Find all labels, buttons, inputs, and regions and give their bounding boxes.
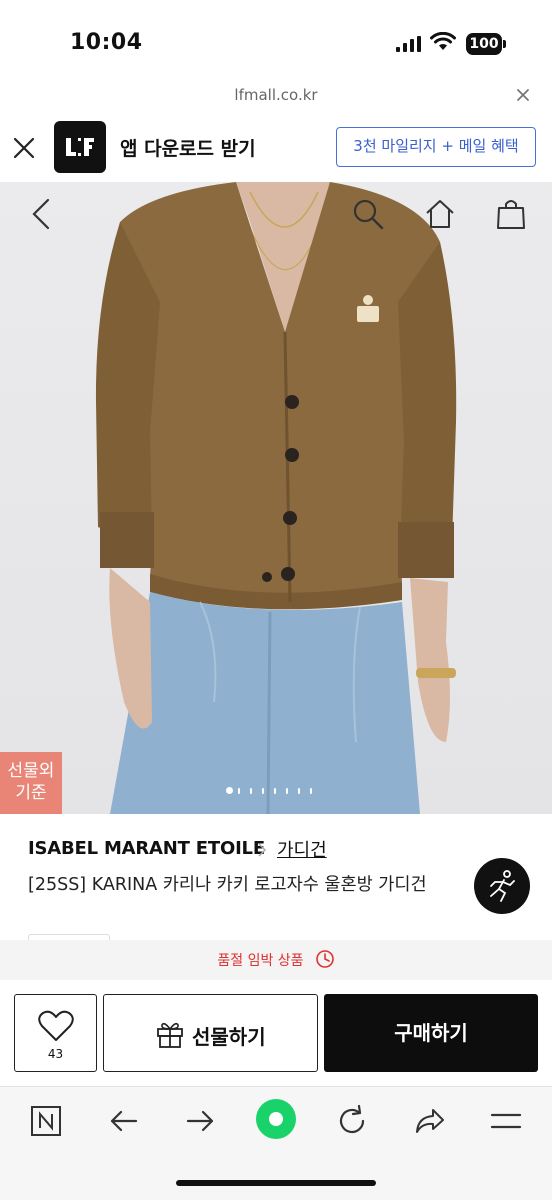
product-photo — [95, 182, 457, 814]
wifi-icon — [430, 32, 456, 50]
low-stock-text: 품절 임박 상품 — [217, 953, 304, 969]
low-stock-notice: 품절 임박 상품 — [0, 940, 552, 980]
lf-app-logo — [54, 121, 106, 173]
home-icon[interactable] — [422, 196, 458, 232]
app-download-button[interactable]: 3천 마일리지 + 메일 혜택 — [336, 127, 536, 167]
gift-badge-line1: 선물외 — [7, 761, 55, 781]
naver-n-icon[interactable] — [26, 1101, 66, 1141]
wishlist-button[interactable]: 43 — [14, 994, 97, 1072]
menu-icon[interactable] — [486, 1101, 526, 1141]
back-arrow-icon[interactable] — [28, 196, 56, 232]
clock-icon — [315, 950, 334, 968]
gift-button[interactable]: 선물하기 — [103, 994, 318, 1072]
clock-time: 10:04 — [70, 30, 143, 55]
runner-floating-button[interactable] — [474, 858, 530, 914]
gift-box-icon — [157, 1022, 183, 1048]
carousel-dot — [298, 788, 300, 794]
forward-icon[interactable] — [180, 1101, 220, 1141]
status-bar: 10:04 100 — [0, 0, 552, 80]
product-image-carousel[interactable]: 선물외 기준 — [0, 182, 552, 814]
battery-tip — [503, 40, 506, 48]
gift-badge-line2: 기준 — [15, 783, 47, 803]
green-home-dot-icon[interactable] — [254, 1097, 298, 1141]
purchase-action-bar: 43 선물하기 구매하기 — [0, 980, 552, 1086]
url-domain[interactable]: lfmall.co.kr — [0, 86, 552, 104]
back-icon[interactable] — [104, 1101, 144, 1141]
battery-indicator: 100 — [466, 33, 502, 55]
carousel-dot — [286, 788, 288, 794]
carousel-dot — [226, 787, 233, 794]
carousel-dot — [250, 788, 252, 794]
product-info: ISABEL MARANT ETOILE 가디건 [25SS] KARINA 카… — [0, 814, 552, 948]
carousel-dot — [262, 788, 264, 794]
share-icon[interactable] — [410, 1101, 450, 1141]
heart-icon — [38, 1010, 74, 1041]
shopping-bag-icon[interactable] — [494, 196, 528, 232]
browser-url-bar[interactable]: lfmall.co.kr — [0, 80, 552, 112]
running-person-icon — [490, 870, 515, 902]
banner-title: 앱 다운로드 받기 — [120, 138, 256, 160]
search-icon[interactable] — [350, 196, 386, 232]
brand-name[interactable]: ISABEL MARANT ETOILE — [28, 838, 265, 859]
refresh-icon[interactable] — [332, 1101, 372, 1141]
cellular-signal-icon — [396, 36, 421, 52]
carousel-dot — [238, 788, 240, 794]
carousel-dot — [274, 788, 276, 794]
home-indicator — [176, 1180, 376, 1186]
product-name: [25SS] KARINA 카리나 카키 로고자수 울혼방 가디건 — [28, 875, 427, 895]
wishlist-count: 43 — [47, 1047, 64, 1061]
gift-button-label: 선물하기 — [192, 1025, 266, 1049]
close-icon[interactable] — [512, 84, 534, 106]
buy-button[interactable]: 구매하기 — [324, 994, 538, 1072]
app-download-banner: 앱 다운로드 받기 3천 마일리지 + 메일 혜택 — [0, 112, 552, 182]
gift-badge: 선물외 기준 — [0, 752, 62, 814]
category-link[interactable]: 가디건 — [277, 836, 327, 862]
chevron-right-icon — [258, 843, 267, 857]
carousel-dot — [310, 788, 312, 794]
close-banner-icon[interactable] — [10, 134, 38, 162]
